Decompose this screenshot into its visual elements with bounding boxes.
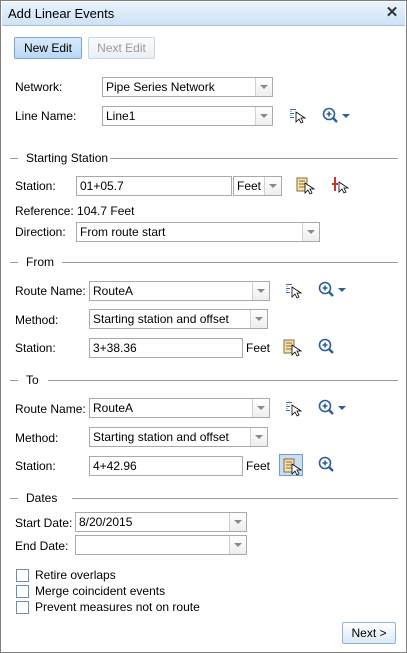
end-date-label: End Date: <box>15 539 69 553</box>
zoom-to-route-icon[interactable] <box>317 280 347 300</box>
chevron-down-icon[interactable] <box>264 177 281 195</box>
zoom-to-station-icon[interactable] <box>317 337 337 357</box>
chevron-down-icon[interactable] <box>255 107 272 125</box>
zoom-to-route-icon[interactable] <box>317 398 347 418</box>
prevent-measures-checkbox[interactable] <box>16 601 29 614</box>
line-name-label: Line Name: <box>15 109 77 123</box>
close-icon[interactable]: ✕ <box>384 5 400 21</box>
chevron-down-icon[interactable] <box>250 428 267 446</box>
merge-coincident-label: Merge coincident events <box>35 584 166 598</box>
chevron-down-icon[interactable] <box>229 536 246 554</box>
starting-station-section-header: Starting Station <box>10 151 398 165</box>
reference-text: Reference: 104.7 Feet <box>15 204 135 218</box>
to-station-label: Station: <box>15 459 56 473</box>
window-title: Add Linear Events <box>8 6 115 21</box>
station-from-map-icon[interactable] <box>279 454 303 476</box>
start-station-input[interactable]: 01+05.7 <box>76 176 232 196</box>
direction-select[interactable]: From route start <box>76 222 320 242</box>
to-method-label: Method: <box>15 431 59 445</box>
from-station-units: Feet <box>246 341 271 355</box>
from-station-input[interactable]: 3+38.36 <box>89 338 243 358</box>
direction-label: Direction: <box>15 225 66 239</box>
network-label: Network: <box>15 80 63 94</box>
start-station-label: Station: <box>15 179 56 193</box>
from-station-value: 3+38.36 <box>93 341 137 355</box>
title-bar: Add Linear Events ✕ <box>2 2 405 26</box>
to-route-value: RouteA <box>93 401 134 415</box>
new-edit-button[interactable]: New Edit <box>14 37 82 59</box>
from-route-select[interactable]: RouteA <box>89 281 270 301</box>
to-station-value: 4+42.96 <box>93 459 137 473</box>
from-route-value: RouteA <box>93 284 134 298</box>
to-section-header: To <box>10 373 398 387</box>
chevron-down-icon[interactable] <box>250 310 267 328</box>
starting-station-header: Starting Station <box>26 151 113 165</box>
dates-section-header: Dates <box>10 491 398 505</box>
add-linear-events-panel: Add Linear Events ✕ New Edit Next Edit N… <box>0 0 407 653</box>
select-route-on-map-icon[interactable] <box>283 280 303 300</box>
next-button[interactable]: Next > <box>342 622 396 644</box>
start-station-units-select[interactable]: Feet <box>233 176 282 196</box>
line-name-select[interactable]: Line1 <box>102 106 273 126</box>
to-route-select[interactable]: RouteA <box>89 398 270 418</box>
station-pick-point-icon[interactable] <box>331 175 351 195</box>
dates-header: Dates <box>26 491 62 505</box>
to-station-input[interactable]: 4+42.96 <box>89 456 243 476</box>
chevron-down-icon[interactable] <box>252 282 269 300</box>
chevron-down-icon[interactable] <box>229 513 246 531</box>
from-method-value: Starting station and offset <box>93 312 229 326</box>
chevron-down-icon[interactable] <box>255 78 272 96</box>
start-station-units-value: Feet <box>237 179 262 193</box>
to-method-select[interactable]: Starting station and offset <box>89 427 268 447</box>
merge-coincident-checkbox[interactable] <box>16 585 29 598</box>
next-edit-button[interactable]: Next Edit <box>88 37 155 59</box>
zoom-to-station-icon[interactable] <box>317 455 337 475</box>
from-station-label: Station: <box>15 341 56 355</box>
network-value: Pipe Series Network <box>106 80 215 94</box>
select-route-on-map-icon[interactable] <box>283 398 303 418</box>
zoom-to-line-icon[interactable] <box>321 106 351 126</box>
from-method-select[interactable]: Starting station and offset <box>89 309 268 329</box>
station-from-map-icon[interactable] <box>282 337 302 357</box>
chevron-down-icon[interactable] <box>302 223 319 241</box>
start-station-value: 01+05.7 <box>80 179 124 193</box>
to-station-units: Feet <box>246 459 271 473</box>
to-header: To <box>26 373 43 387</box>
select-line-on-map-icon[interactable] <box>287 105 307 125</box>
to-method-value: Starting station and offset <box>93 430 229 444</box>
prevent-measures-label: Prevent measures not on route <box>35 600 200 614</box>
from-method-label: Method: <box>15 313 59 327</box>
start-date-label: Start Date: <box>15 516 73 530</box>
from-route-label: Route Name: <box>15 284 86 298</box>
retire-overlaps-label: Retire overlaps <box>35 568 116 582</box>
from-header: From <box>26 255 58 269</box>
start-date-picker[interactable]: 8/20/2015 <box>75 512 247 532</box>
to-route-label: Route Name: <box>15 402 86 416</box>
from-section-header: From <box>10 255 398 269</box>
retire-overlaps-checkbox[interactable] <box>16 569 29 582</box>
start-date-value: 8/20/2015 <box>79 515 133 529</box>
network-select[interactable]: Pipe Series Network <box>102 77 273 97</box>
line-name-value: Line1 <box>106 109 136 123</box>
chevron-down-icon[interactable] <box>252 399 269 417</box>
station-from-map-icon[interactable] <box>295 175 315 195</box>
end-date-picker[interactable] <box>75 535 247 555</box>
direction-value: From route start <box>80 225 166 239</box>
